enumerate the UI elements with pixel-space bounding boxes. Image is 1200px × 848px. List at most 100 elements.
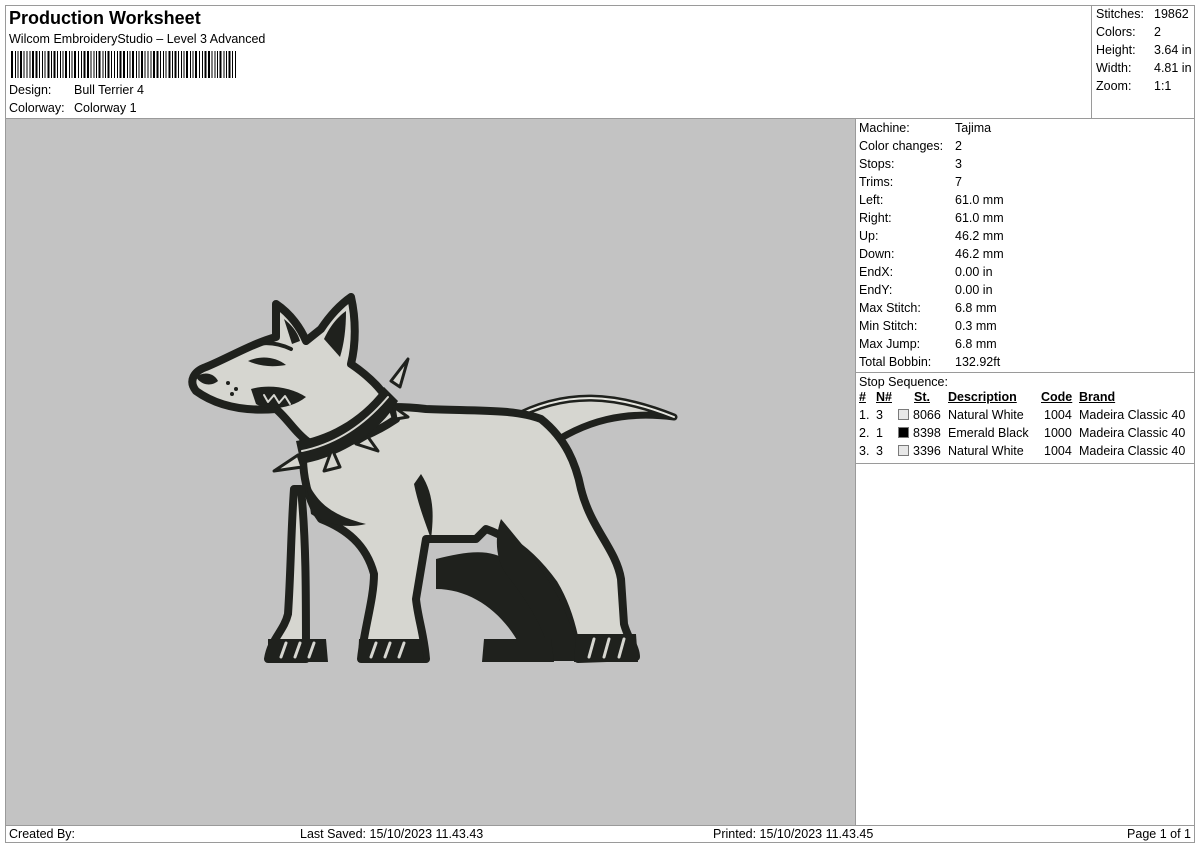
page-number: Page 1 of 1 xyxy=(1127,827,1191,841)
stat-value: 4.81 in xyxy=(1154,61,1192,75)
info-endy: EndY: 0.00 in xyxy=(859,283,993,297)
design-preview[interactable] xyxy=(6,119,856,825)
info-label: EndY: xyxy=(859,283,893,297)
panel-divider xyxy=(856,372,1195,373)
cell-brand: Madeira Classic 40 xyxy=(1079,408,1186,422)
col-header-code: Code xyxy=(1041,390,1073,404)
info-label: Stops: xyxy=(859,157,895,171)
col-header-st: St. xyxy=(914,390,930,404)
cell-brand: Madeira Classic 40 xyxy=(1079,426,1186,440)
col-header-brand: Brand xyxy=(1079,390,1116,404)
cell-st: 3396 xyxy=(913,444,941,458)
dog-front-leg-far xyxy=(264,485,310,663)
info-max-stitch: Max Stitch: 6.8 mm xyxy=(859,301,997,315)
cell-num: 3. xyxy=(859,444,870,458)
colorway-row: Colorway: Colorway 1 xyxy=(9,101,137,115)
stat-value: 1:1 xyxy=(1154,79,1172,93)
info-value: 7 xyxy=(955,175,962,189)
info-up: Up: 46.2 mm xyxy=(859,229,1004,243)
info-left: Left: 61.0 mm xyxy=(859,193,1004,207)
info-total-bobbin: Total Bobbin: 132.92ft xyxy=(859,355,1000,369)
info-value: 2 xyxy=(955,139,962,153)
cell-description: Emerald Black xyxy=(948,426,1029,440)
info-label: Max Stitch: xyxy=(859,301,921,315)
info-value: 0.3 mm xyxy=(955,319,997,333)
cell-n: 3 xyxy=(876,408,883,422)
bull-terrier-embroidery xyxy=(188,293,678,663)
page-title: Production Worksheet xyxy=(9,8,201,28)
info-label: Left: xyxy=(859,193,884,207)
stat-value: 3.64 in xyxy=(1154,43,1192,57)
info-value: 3 xyxy=(955,157,962,171)
cell-st: 8398 xyxy=(913,426,941,440)
table-divider xyxy=(856,463,1195,464)
stat-colors: Colors: 2 xyxy=(1096,25,1161,39)
stat-width: Width: 4.81 in xyxy=(1096,61,1192,75)
cell-description: Natural White xyxy=(948,408,1024,422)
production-worksheet: Production Worksheet Wilcom EmbroiderySt… xyxy=(5,5,1195,843)
stat-label: Colors: xyxy=(1096,25,1136,39)
barcode xyxy=(11,51,236,78)
info-label: Right: xyxy=(859,211,892,225)
dog-paw-rear-far xyxy=(482,639,554,662)
info-max-jump: Max Jump: 6.8 mm xyxy=(859,337,997,351)
info-label: Up: xyxy=(859,229,879,243)
stat-zoom: Zoom: 1:1 xyxy=(1096,79,1171,93)
info-right: Right: 61.0 mm xyxy=(859,211,1004,225)
cell-code: 1004 xyxy=(1044,408,1072,422)
stat-label: Width: xyxy=(1096,61,1132,75)
col-header-n: N# xyxy=(876,390,892,404)
info-label: EndX: xyxy=(859,265,894,279)
thread-swatch xyxy=(898,445,909,456)
info-min-stitch: Min Stitch: 0.3 mm xyxy=(859,319,997,333)
info-value: 61.0 mm xyxy=(955,193,1004,207)
info-value: 61.0 mm xyxy=(955,211,1004,225)
created-by: Created By: xyxy=(9,827,76,841)
worksheet-footer: Created By: Last Saved: 15/10/2023 11.43… xyxy=(6,825,1195,843)
info-label: Color changes: xyxy=(859,139,944,153)
info-machine: Machine: Tajima xyxy=(859,121,991,135)
cell-brand: Madeira Classic 40 xyxy=(1079,444,1186,458)
design-row: Design: Bull Terrier 4 xyxy=(9,83,144,97)
cell-code: 1000 xyxy=(1044,426,1072,440)
stop-sequence-title: Stop Sequence: xyxy=(859,375,948,389)
info-value: 46.2 mm xyxy=(955,247,1004,261)
design-stats: Stitches: 19862 Colors: 2 Height: 3.64 in W… xyxy=(1091,6,1195,119)
info-label: Total Bobbin: xyxy=(859,355,932,369)
cell-num: 1. xyxy=(859,408,870,422)
cell-code: 1004 xyxy=(1044,444,1072,458)
info-value: 0.00 in xyxy=(955,283,993,297)
stat-height: Height: 3.64 in xyxy=(1096,43,1192,57)
col-header-num: # xyxy=(859,390,866,404)
stat-label: Height: xyxy=(1096,43,1136,57)
stat-stitches: Stitches: 19862 xyxy=(1096,7,1189,21)
cell-st: 8066 xyxy=(913,408,941,422)
info-label: Machine: xyxy=(859,121,910,135)
stat-value: 19862 xyxy=(1154,7,1189,21)
info-trims: Trims: 7 xyxy=(859,175,962,189)
info-stops: Stops: 3 xyxy=(859,157,962,171)
info-label: Trims: xyxy=(859,175,894,189)
machine-info-panel: Machine: Tajima Color changes: 2 Stops: 3 T… xyxy=(856,119,1195,825)
thread-swatch xyxy=(898,427,909,438)
info-value: 6.8 mm xyxy=(955,337,997,351)
thread-swatch xyxy=(898,409,909,420)
info-value: Tajima xyxy=(955,121,992,135)
design-value: Bull Terrier 4 xyxy=(74,83,144,97)
cell-description: Natural White xyxy=(948,444,1024,458)
info-value: 0.00 in xyxy=(955,265,993,279)
cell-n: 3 xyxy=(876,444,883,458)
info-down: Down: 46.2 mm xyxy=(859,247,1004,261)
stat-value: 2 xyxy=(1154,25,1161,39)
stat-label: Stitches: xyxy=(1096,7,1144,21)
last-saved: Last Saved: 15/10/2023 11.43.43 xyxy=(300,827,484,841)
info-color-changes: Color changes: 2 xyxy=(859,139,962,153)
info-value: 46.2 mm xyxy=(955,229,1004,243)
software-name: Wilcom EmbroideryStudio – Level 3 Advanc… xyxy=(9,32,266,46)
stat-label: Zoom: xyxy=(1096,79,1132,93)
info-endx: EndX: 0.00 in xyxy=(859,265,993,279)
cell-num: 2. xyxy=(859,426,870,440)
info-value: 132.92ft xyxy=(955,355,1001,369)
col-header-description: Description xyxy=(948,390,1017,404)
info-value: 6.8 mm xyxy=(955,301,997,315)
